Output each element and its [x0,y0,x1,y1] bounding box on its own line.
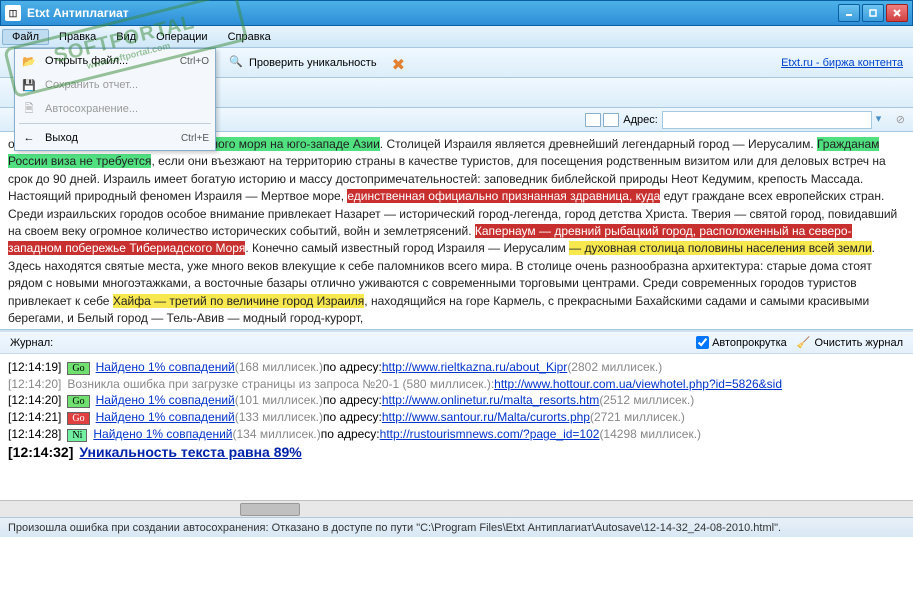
cancel-icon[interactable]: ✖ [392,55,408,71]
journal-url[interactable]: http://rustourismnews.com/?page_id=102 [380,427,600,441]
journal-url[interactable]: http://www.hottour.com.ua/viewhotel.php?… [494,377,782,391]
source-badge: Go [67,412,89,425]
menu-exit[interactable]: ← Выход Ctrl+E [15,126,215,150]
highlight-yellow: Хайфа — третий по величине город Израиля [113,294,364,308]
journal-line: [12:14:20] Возникла ошибка при загрузке … [8,377,905,391]
found-link[interactable]: Найдено 1% совпадений [96,410,235,424]
menubar: Файл Правка Вид Операции Справка [0,26,913,48]
uniqueness-result[interactable]: Уникальность текста равна 89% [79,444,301,460]
journal-result: [12:14:32] Уникальность текста равна 89% [8,444,905,460]
highlight-yellow: — духовная столица половины населения вс… [569,241,871,255]
window-title: Etxt Антиплагиат [27,6,838,20]
address-input[interactable] [662,111,872,129]
found-link[interactable]: Найдено 1% совпадений [96,360,235,374]
close-button[interactable] [886,4,908,22]
menu-file[interactable]: Файл [2,29,49,45]
clear-journal-button[interactable]: 🧹 Очистить журнал [797,336,903,349]
minimize-button[interactable] [838,4,860,22]
autosave-icon: 🗎 [21,101,37,117]
journal-line: [12:14:28]NiНайдено 1% совпадений (134 м… [8,427,905,442]
highlight-red: единственная официально признанная здрав… [347,189,660,203]
menu-save-report[interactable]: 💾 Сохранить отчет... [15,73,215,97]
journal-url[interactable]: http://www.onlinetur.ru/malta_resorts.ht… [382,393,599,407]
menu-operations[interactable]: Операции [146,29,217,45]
menu-edit[interactable]: Правка [49,29,106,45]
found-link[interactable]: Найдено 1% совпадений [93,427,232,441]
address-label: Адрес: [623,114,658,126]
journal-header: Журнал: Автопрокрутка 🧹 Очистить журнал [0,330,913,354]
stop-icon[interactable]: ⊘ [896,113,905,126]
app-icon: ◫ [5,5,21,21]
journal-log[interactable]: [12:14:19]GoНайдено 1% совпадений (168 м… [0,354,913,500]
menu-help[interactable]: Справка [218,29,281,45]
horizontal-scrollbar[interactable] [0,500,913,517]
source-badge: Go [67,395,89,408]
menu-open-file[interactable]: 📂 Открыть файл... Ctrl+O [15,49,215,73]
source-badge: Ni [67,429,87,442]
folder-open-icon: 📂 [21,53,37,69]
journal-line: [12:14:19]GoНайдено 1% совпадений (168 м… [8,360,905,375]
menu-view[interactable]: Вид [106,29,146,45]
save-icon: 💾 [21,77,37,93]
statusbar: Произошла ошибка при создании автосохран… [0,517,913,537]
scrollbar-thumb[interactable] [240,503,300,516]
exit-icon: ← [21,130,37,146]
autoscroll-checkbox[interactable]: Автопрокрутка [696,336,787,349]
journal-line: [12:14:20]GoНайдено 1% совпадений (101 м… [8,393,905,408]
file-dropdown: 📂 Открыть файл... Ctrl+O 💾 Сохранить отч… [14,48,216,151]
status-text: Произошла ошибка при создании автосохран… [8,522,781,534]
broom-icon: 🧹 [797,336,811,349]
source-badge: Go [67,362,89,375]
journal-url[interactable]: http://www.santour.ru/Malta/curorts.php [382,410,590,424]
text-content[interactable]: о у восточного побережья Средиземного мо… [0,132,913,330]
magnifier-icon: 🔍 [229,55,245,71]
maximize-button[interactable] [862,4,884,22]
found-link[interactable]: Найдено 1% совпадений [96,393,235,407]
check-uniqueness-button[interactable]: 🔍 Проверить уникальность [220,51,386,75]
journal-title: Журнал: [10,337,686,349]
journal-url[interactable]: http://www.rieltkazna.ru/about_Kipr [382,360,567,374]
menu-autosave[interactable]: 🗎 Автосохранение... [15,97,215,121]
etxt-link[interactable]: Etxt.ru - биржа контента [781,57,903,69]
layout-icons[interactable] [585,113,619,127]
journal-line: [12:14:21]GoНайдено 1% совпадений (133 м… [8,410,905,425]
menu-separator [19,123,211,124]
address-dropdown-icon[interactable]: ▾ [876,112,892,128]
titlebar: ◫ Etxt Антиплагиат [0,0,913,26]
